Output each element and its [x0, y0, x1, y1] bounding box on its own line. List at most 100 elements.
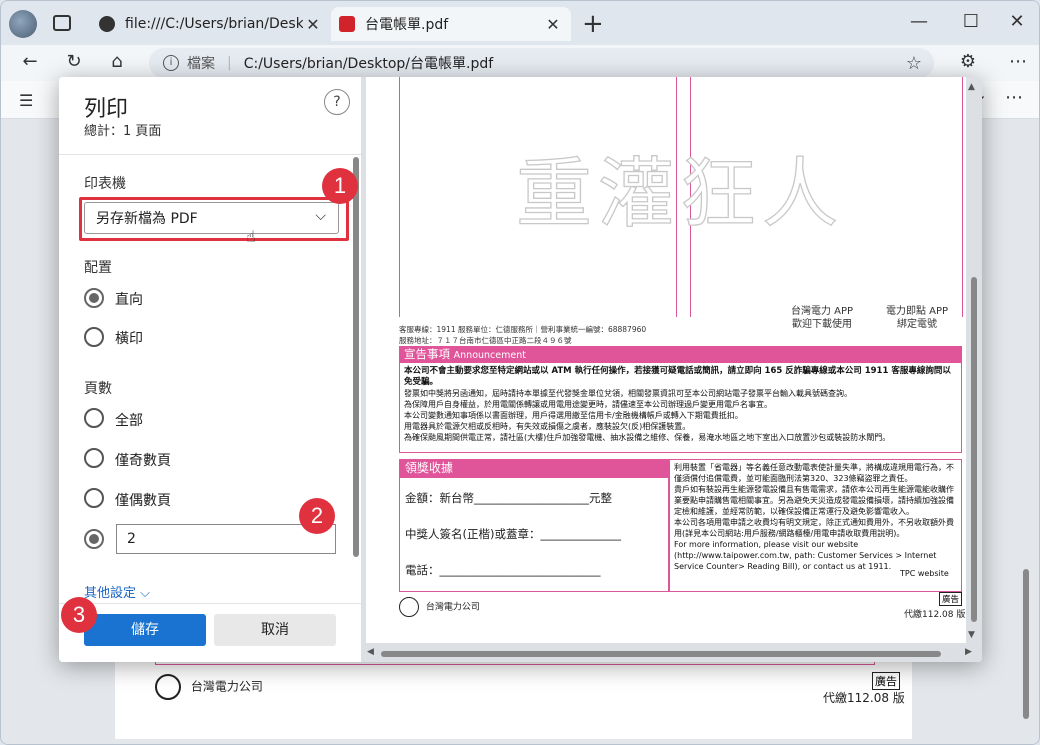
tab-label: 台電帳單.pdf — [365, 17, 449, 33]
layout-label: 配置 — [84, 260, 112, 276]
callout-badge-3: 3 — [61, 597, 97, 633]
radio-even-pages[interactable] — [84, 488, 104, 508]
ad-code: 代繳112.08 版 — [823, 691, 905, 705]
separator: | — [227, 55, 232, 71]
taipower-logo-icon — [399, 597, 419, 617]
menu-icon[interactable]: ⋯ — [1005, 51, 1031, 72]
url-text[interactable]: C:/Users/brian/Desktop/台電帳單.pdf — [244, 53, 493, 73]
custom-pages-input[interactable]: 2 — [116, 524, 336, 554]
highlight-box-printer — [79, 197, 349, 241]
radio-custom-pages[interactable] — [84, 529, 104, 549]
announcement-item: 本公司變數通知事項係以書面辦理，用戶得選用繳至信用卡/金融機構帳戶或轉入下期電費… — [404, 411, 743, 420]
callout-badge-1: 1 — [322, 168, 358, 204]
footer-divider — [59, 603, 361, 604]
announcement-item: 發票如中獎將另函通知，屆時請持本單據至代發獎金單位兌領，相關發票資訊可至本公司網… — [404, 389, 852, 398]
watermark-text: 重灌狂人 — [515, 148, 844, 238]
back-icon[interactable]: ← — [17, 51, 43, 72]
note-item: 利用裝置「省電器」等名義任意改動電表使計量失準，將構成違規用電行為，不僅須償付追… — [674, 463, 954, 483]
extensions-icon[interactable]: ⚙ — [955, 51, 981, 72]
close-tab-icon[interactable]: ✕ — [303, 15, 323, 34]
tab-label: file:///C:/Users/brian/Desktop/10… — [125, 16, 303, 32]
profile-avatar[interactable] — [9, 10, 37, 38]
bill-border — [962, 77, 963, 317]
workspaces-icon[interactable] — [53, 15, 71, 31]
receipt-signature: 中獎人簽名(正楷)或蓋章：______________ — [405, 527, 621, 541]
receipt-box: 金額：新台幣____________________元整 中獎人簽名(正楷)或蓋… — [399, 478, 669, 592]
close-tab-icon[interactable]: ✕ — [543, 15, 563, 34]
cancel-button[interactable]: 取消 — [214, 614, 336, 646]
radio-landscape-label: 橫印 — [115, 331, 143, 347]
tpc-website-label: TPC website — [900, 569, 949, 578]
pdf-icon — [339, 16, 355, 32]
print-dialog: 列印 總計：1 頁面 ? 印表機 另存新檔為 PDF ⌵ ☝ 配置 直向 橫印 … — [59, 77, 982, 662]
company-logo: 台灣電力公司 — [399, 597, 480, 617]
tab-local-file[interactable]: file:///C:/Users/brian/Desktop/10… ✕ — [91, 7, 331, 41]
close-window-button[interactable]: ✕ — [1002, 11, 1032, 32]
printer-label: 印表機 — [84, 176, 126, 192]
radio-all-pages-label: 全部 — [115, 413, 143, 429]
viewer-scrollbar[interactable] — [1023, 569, 1029, 719]
radio-all-pages[interactable] — [84, 408, 104, 428]
ad-code: 代繳112.08 版 — [904, 610, 966, 620]
file-icon — [99, 16, 115, 32]
app-label-taipower: 台灣電力 APP 歡迎下載使用 — [791, 306, 854, 330]
announcement-item: 用電器具於電源欠相或反相時，有失效或損傷之虞者，應裝設欠(反)相保護裝置。 — [404, 422, 691, 431]
scroll-left-arrow-icon[interactable]: ◀ — [367, 647, 374, 657]
radio-even-pages-label: 僅偶數頁 — [115, 493, 171, 509]
tab-pdf[interactable]: 台電帳單.pdf ✕ — [331, 7, 571, 41]
contents-list-icon[interactable]: ☰ — [19, 91, 33, 110]
announcement-body: 本公司不會主動要求您至特定網站或以 ATM 執行任何操作，若接獲可疑電話或簡訊，… — [399, 363, 962, 453]
taipower-logo-icon — [155, 674, 181, 700]
scroll-thumb[interactable] — [381, 651, 941, 657]
scroll-down-arrow-icon[interactable]: ▼ — [968, 630, 975, 640]
radio-portrait[interactable] — [84, 288, 104, 308]
more-settings-link[interactable]: 其他設定 ⌵ — [84, 582, 150, 601]
print-settings-panel: 列印 總計：1 頁面 ? 印表機 另存新檔為 PDF ⌵ ☝ 配置 直向 橫印 … — [59, 77, 361, 662]
receipt-header: 領獎收據 — [399, 459, 669, 478]
bill-border — [399, 77, 400, 317]
app-label-power-now: 電力即點 APP 綁定電號 — [886, 306, 949, 330]
refresh-icon[interactable]: ↻ — [61, 51, 87, 72]
hand-cursor-icon: ☝ — [246, 227, 256, 246]
service-info: 客服專線：1911 服務單位：仁德服務所｜營利事業統一編號：68887960 服… — [399, 325, 647, 345]
home-icon[interactable]: ⌂ — [104, 51, 130, 72]
maximize-button[interactable]: ☐ — [956, 11, 986, 32]
preview-sheet: 重灌狂人 台灣電力 APP 歡迎下載使用 電力即點 APP 綁定電號 客服專線：… — [366, 77, 966, 643]
receipt-phone: 電話：____________________________ — [405, 563, 601, 577]
navigation-bar: ← ↻ ⌂ i 檔案 | C:/Users/brian/Desktop/台電帳單… — [1, 45, 1039, 81]
total-pages: 總計：1 頁面 — [84, 124, 162, 139]
note-item: For more information, please visit our w… — [674, 540, 937, 571]
address-bar[interactable]: i 檔案 | C:/Users/brian/Desktop/台電帳單.pdf ☆ — [149, 48, 934, 78]
preview-horizontal-scrollbar[interactable]: ◀ ▶ — [367, 647, 972, 658]
callout-badge-2: 2 — [299, 498, 335, 534]
info-icon[interactable]: i — [163, 55, 179, 71]
save-button[interactable]: 儲存 — [84, 614, 206, 646]
radio-odd-pages-label: 僅奇數頁 — [115, 453, 171, 469]
ad-stamp: 廣告 — [872, 672, 900, 690]
scroll-right-arrow-icon[interactable]: ▶ — [965, 647, 972, 657]
divider — [59, 154, 361, 155]
favorite-star-icon[interactable]: ☆ — [906, 53, 922, 74]
help-icon[interactable]: ? — [324, 89, 350, 115]
announcement-item: 本公司不會主動要求您至特定網站或以 ATM 執行任何操作，若接獲可疑電話或簡訊，… — [404, 366, 951, 387]
radio-portrait-label: 直向 — [115, 292, 143, 308]
company-logo: 台灣電力公司 — [155, 674, 263, 700]
new-tab-button[interactable]: + — [582, 9, 604, 39]
announcement-item: 為保障用戶自身權益，於用電關係轉讓或用電用途變更時，請儘速至本公司辦理過戶變更用… — [404, 400, 772, 409]
settings-scrollbar[interactable] — [353, 157, 359, 557]
radio-odd-pages[interactable] — [84, 448, 104, 468]
radio-landscape[interactable] — [84, 327, 104, 347]
minimize-button[interactable]: — — [904, 11, 934, 32]
print-preview: 重灌狂人 台灣電力 APP 歡迎下載使用 電力即點 APP 綁定電號 客服專線：… — [361, 77, 982, 662]
note-item: 貴戶如有裝設再生能源發電設備且有售電需求，請依本公司再生能源電能收購作業要點申請… — [674, 485, 954, 516]
scroll-up-arrow-icon[interactable]: ▲ — [968, 82, 975, 92]
site-label: 檔案 — [187, 56, 215, 72]
ad-stamp: 廣告 — [939, 592, 963, 606]
browser-window: file:///C:/Users/brian/Desktop/10… ✕ 台電帳… — [0, 0, 1040, 745]
announcement-header: 宣告事項 Announcement — [399, 346, 962, 363]
tab-strip: file:///C:/Users/brian/Desktop/10… ✕ 台電帳… — [1, 1, 1039, 45]
print-title: 列印 — [84, 97, 129, 122]
preview-vertical-scrollbar[interactable] — [971, 277, 977, 622]
pages-label: 頁數 — [84, 381, 112, 397]
more-options-icon[interactable]: ⋯ — [1005, 87, 1023, 108]
